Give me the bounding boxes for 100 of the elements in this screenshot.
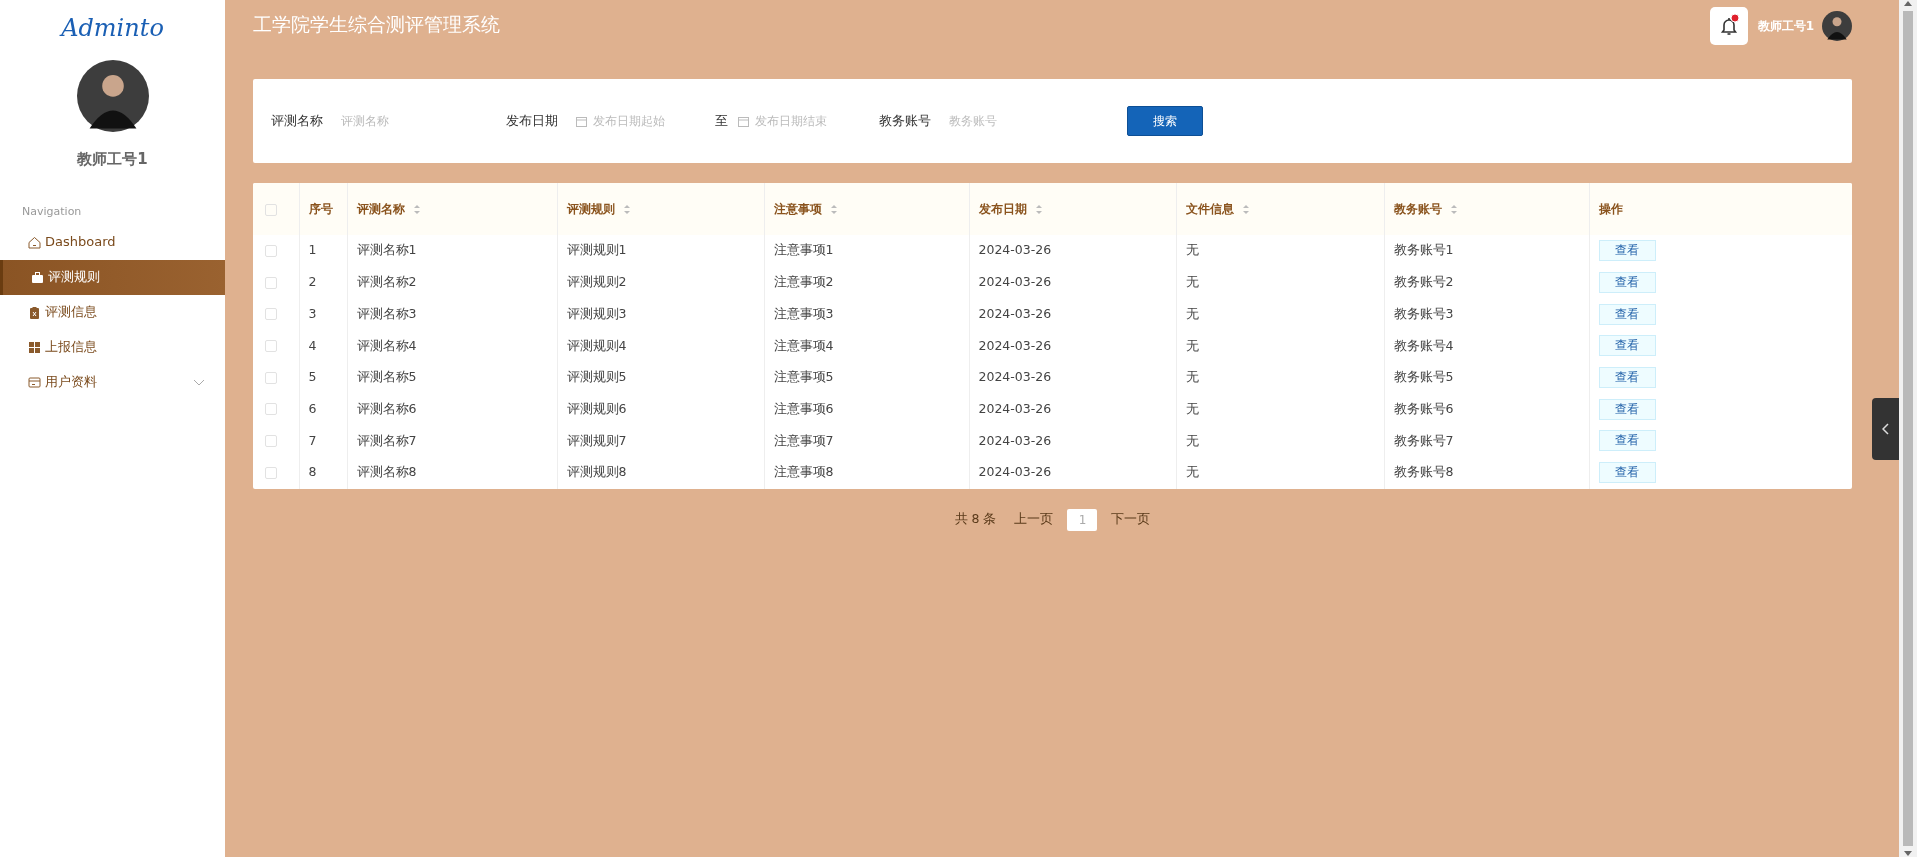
table-cell: 2024-03-26 bbox=[978, 464, 1052, 480]
table-cell: 教务账号2 bbox=[1393, 274, 1454, 290]
table-cell: 2024-03-26 bbox=[978, 242, 1052, 258]
table-cell: 2024-03-26 bbox=[978, 337, 1052, 353]
view-button[interactable]: 查看 bbox=[1598, 303, 1656, 325]
app-title: 工学院学生综合测评管理系统 bbox=[253, 11, 500, 37]
next-page-link[interactable]: 下一页 bbox=[1111, 510, 1151, 529]
table-cell: 教务账号4 bbox=[1393, 337, 1454, 353]
column-header[interactable]: 发布日期 bbox=[978, 200, 1043, 218]
checkbox[interactable] bbox=[265, 244, 277, 257]
table-cell: 注意事项8 bbox=[773, 464, 834, 480]
panel-toggle-button[interactable] bbox=[1872, 398, 1899, 460]
table-cell: 4 bbox=[308, 337, 317, 353]
sidebar-item[interactable]: Dashboard bbox=[0, 224, 225, 260]
scroll-down-icon[interactable] bbox=[1903, 850, 1913, 857]
chevron-left-icon bbox=[1882, 423, 1889, 435]
view-button[interactable]: 查看 bbox=[1598, 398, 1656, 420]
checkbox[interactable] bbox=[265, 308, 277, 321]
section-title: Navigation bbox=[22, 204, 83, 220]
calendar-icon bbox=[576, 115, 587, 127]
table-cell: 无 bbox=[1185, 305, 1199, 321]
field-label: 教务账号 bbox=[879, 112, 931, 131]
table-cell: 1 bbox=[308, 242, 317, 258]
checkbox[interactable] bbox=[265, 340, 277, 353]
table-cell: 注意事项5 bbox=[773, 369, 834, 385]
column-header[interactable]: 注意事项 bbox=[773, 200, 838, 218]
scrollbar-thumb[interactable] bbox=[1903, 11, 1913, 846]
chevron-icon bbox=[193, 378, 205, 386]
user-name: 教师工号1 bbox=[1757, 18, 1814, 35]
view-button[interactable]: 查看 bbox=[1598, 240, 1656, 262]
checkbox[interactable] bbox=[265, 203, 277, 216]
sidebar-item[interactable]: 评测信息 bbox=[0, 294, 225, 330]
table-cell: 教务账号5 bbox=[1393, 369, 1454, 385]
prev-page-link[interactable]: 上一页 bbox=[1014, 510, 1054, 529]
table-cell: 评测规则6 bbox=[566, 400, 627, 416]
table-cell: 5 bbox=[308, 369, 317, 385]
table-cell: 无 bbox=[1185, 242, 1199, 258]
calendar-icon bbox=[738, 115, 749, 127]
checkbox[interactable] bbox=[265, 403, 277, 416]
table-cell: 教务账号3 bbox=[1393, 305, 1454, 321]
column-header[interactable]: 评测规则 bbox=[566, 200, 631, 218]
table-cell: 无 bbox=[1185, 464, 1199, 480]
checkbox[interactable] bbox=[265, 276, 277, 289]
sort-icon[interactable] bbox=[1449, 203, 1458, 215]
sort-icon[interactable] bbox=[412, 203, 421, 215]
table-cell: 注意事项6 bbox=[773, 400, 834, 416]
sort-icon[interactable] bbox=[829, 203, 838, 215]
view-button[interactable]: 查看 bbox=[1598, 462, 1656, 484]
user-name: 教师工号1 bbox=[76, 148, 149, 170]
table-cell: 2024-03-26 bbox=[978, 400, 1052, 416]
sidebar-item[interactable]: 上报信息 bbox=[0, 329, 225, 365]
table-cell: 2024-03-26 bbox=[978, 274, 1052, 290]
view-button[interactable]: 查看 bbox=[1598, 367, 1656, 389]
table-cell: 注意事项4 bbox=[773, 337, 834, 353]
table-cell: 2024-03-26 bbox=[978, 305, 1052, 321]
field-label: 评测名称 bbox=[271, 112, 323, 131]
table-cell: 6 bbox=[308, 400, 317, 416]
table-cell: 2024-03-26 bbox=[978, 369, 1052, 385]
column-header[interactable]: 文件信息 bbox=[1185, 200, 1250, 218]
view-button[interactable]: 查看 bbox=[1598, 272, 1656, 294]
search-button[interactable]: 搜索 bbox=[1127, 106, 1203, 136]
table-cell: 评测名称8 bbox=[356, 464, 417, 480]
view-button[interactable]: 查看 bbox=[1598, 335, 1656, 357]
table-cell: 评测名称2 bbox=[356, 274, 417, 290]
briefcase-icon bbox=[31, 270, 44, 284]
checkbox[interactable] bbox=[265, 371, 277, 384]
grid-icon bbox=[28, 340, 41, 354]
table-cell: 7 bbox=[308, 432, 317, 448]
checkbox[interactable] bbox=[265, 466, 277, 479]
scroll-up-icon[interactable] bbox=[1903, 0, 1913, 7]
table-cell: 教务账号1 bbox=[1393, 242, 1454, 258]
sort-icon[interactable] bbox=[1241, 203, 1250, 215]
table-cell: 评测名称5 bbox=[356, 369, 417, 385]
table-cell: 评测规则3 bbox=[566, 305, 627, 321]
column-header[interactable]: 评测名称 bbox=[356, 200, 421, 218]
checkbox[interactable] bbox=[265, 435, 277, 448]
notification-button[interactable] bbox=[1709, 7, 1748, 45]
sidebar-item[interactable]: 评测规则 bbox=[0, 259, 225, 295]
sort-icon[interactable] bbox=[1034, 203, 1043, 215]
table-cell: 8 bbox=[308, 464, 317, 480]
table-cell: 无 bbox=[1185, 337, 1199, 353]
table-cell: 教务账号7 bbox=[1393, 432, 1454, 448]
avatar bbox=[1822, 11, 1852, 41]
home-icon bbox=[28, 235, 41, 249]
table-cell: 3 bbox=[308, 305, 317, 321]
sidebar-item[interactable]: 用户资料 bbox=[0, 364, 225, 400]
view-button[interactable]: 查看 bbox=[1598, 430, 1656, 452]
table-cell: 教务账号8 bbox=[1393, 464, 1454, 480]
table-cell: 评测规则5 bbox=[566, 369, 627, 385]
sort-icon[interactable] bbox=[622, 203, 631, 215]
table-cell: 评测名称3 bbox=[356, 305, 417, 321]
column-header[interactable]: 教务账号 bbox=[1393, 200, 1458, 218]
table-cell: 注意事项1 bbox=[773, 242, 834, 258]
bell-icon bbox=[1719, 17, 1738, 35]
range-separator: 至 bbox=[715, 112, 728, 131]
table-cell: 无 bbox=[1185, 274, 1199, 290]
table-cell: 评测名称4 bbox=[356, 337, 417, 353]
table-cell: 评测名称7 bbox=[356, 432, 417, 448]
column-header: 序号 bbox=[308, 201, 333, 218]
table-cell: 评测规则2 bbox=[566, 274, 627, 290]
